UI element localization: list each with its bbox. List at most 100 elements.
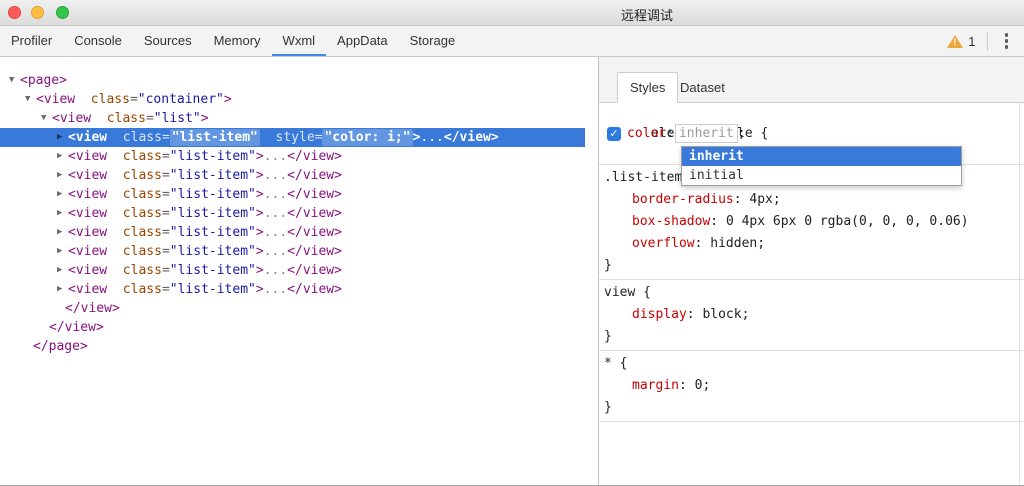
traffic-light-minimize-button[interactable] (31, 6, 44, 19)
close-brace: } (604, 258, 612, 273)
tab-wxml[interactable]: Wxml (272, 26, 327, 56)
code-token-ellipsis: ... (264, 206, 287, 221)
code-token-ellipsis: ... (264, 149, 287, 164)
css-value[interactable]: hidden; (710, 236, 765, 251)
disclosure-collapsed-icon[interactable]: ▶ (57, 185, 62, 204)
css-value[interactable]: 4px; (749, 192, 780, 207)
disclosure-collapsed-icon[interactable]: ▶ (57, 242, 62, 261)
code-token-val: "list-item" (170, 225, 256, 240)
code-token-val: "list-item" (170, 263, 256, 278)
code-token-ellipsis: ... (264, 168, 287, 183)
disclosure-collapsed-icon[interactable]: ▶ (57, 128, 62, 147)
code-token-tag: </view> (287, 282, 342, 297)
disclosure-expanded-icon[interactable]: ▼ (9, 71, 14, 90)
tree-row[interactable]: ▼<page> (0, 71, 598, 90)
disclosure-collapsed-icon[interactable]: ▶ (57, 166, 62, 185)
disclosure-collapsed-icon[interactable]: ▶ (57, 280, 62, 299)
autocomplete-item[interactable]: inherit (682, 147, 961, 166)
code-token-attr: class (123, 149, 162, 164)
rule-close-line: } (604, 397, 1024, 419)
disclosure-expanded-icon[interactable]: ▼ (25, 90, 30, 109)
rule-selector-line: view { (604, 282, 1024, 304)
tree-row[interactable]: ▶<view class="list-item">...</view> (0, 166, 598, 185)
styles-pane: Styles Dataset element.style { ✓ color:i… (598, 57, 1024, 486)
tree-row[interactable]: </page> (0, 337, 598, 356)
tab-console[interactable]: Console (63, 26, 133, 56)
colon: : (687, 307, 703, 322)
tab-storage[interactable]: Storage (399, 26, 467, 56)
disclosure-collapsed-icon[interactable]: ▶ (57, 223, 62, 242)
tree-row[interactable]: ▶<view class="list-item">...</view> (0, 185, 598, 204)
code-token-attr: class (123, 206, 162, 221)
css-property[interactable]: overflow (632, 236, 695, 251)
code-token-val: "list-item" (170, 282, 256, 297)
devtools-toolbar: ProfilerConsoleSourcesMemoryWxmlAppDataS… (0, 26, 1024, 57)
code-token-val: "list" (154, 111, 201, 126)
code-token-tag: > (256, 149, 264, 164)
tree-row[interactable]: ▶<view class="list-item">...</view> (0, 261, 598, 280)
toolbar-right-controls: ! 1 (947, 26, 1014, 56)
code-token-tag: <view (68, 168, 107, 183)
css-value-editor[interactable]: inherit (675, 124, 738, 143)
tree-row[interactable]: ▶<view class="list-item">...</view> (0, 242, 598, 261)
code-token-tag: > (256, 168, 264, 183)
kebab-menu-icon[interactable] (999, 30, 1015, 52)
tab-dataset[interactable]: Dataset (668, 72, 737, 103)
style-rule-section: * {margin: 0;} (599, 351, 1024, 422)
disclosure-collapsed-icon[interactable]: ▶ (57, 261, 62, 280)
disclosure-collapsed-icon[interactable]: ▶ (57, 147, 62, 166)
code-token-attr: class (91, 92, 130, 107)
tree-row[interactable]: </view> (0, 318, 598, 337)
tab-appdata[interactable]: AppData (326, 26, 399, 56)
autocomplete-item[interactable]: initial (682, 166, 961, 185)
code-token-plain (75, 92, 91, 107)
code-token-attr: class (123, 282, 162, 297)
code-token-attr: class (123, 263, 162, 278)
tree-row[interactable]: </view> (0, 299, 598, 318)
traffic-light-zoom-button[interactable] (56, 6, 69, 19)
code-token-tag: <view (68, 187, 107, 202)
code-token-ellipsis: ... (420, 130, 443, 145)
css-property[interactable]: border-radius (632, 192, 734, 207)
css-value[interactable]: block; (702, 307, 749, 322)
tree-row[interactable]: ▶<view class="list-item" style="color: i… (0, 128, 585, 147)
code-token-attr: class (123, 168, 162, 183)
disclosure-collapsed-icon[interactable]: ▶ (57, 204, 62, 223)
tab-sources[interactable]: Sources (133, 26, 203, 56)
code-token-tag: <view (68, 149, 107, 164)
titlebar: 远程调试 (0, 0, 1024, 26)
tree-row[interactable]: ▼<view class="container"> (0, 90, 598, 109)
code-token-plain (107, 282, 123, 297)
rule-selector: * (604, 356, 612, 371)
css-value[interactable]: 0 4px 6px 0 rgba(0, 0, 0, 0.06) (726, 214, 969, 229)
tree-row[interactable]: ▼<view class="list"> (0, 109, 598, 128)
disclosure-expanded-icon[interactable]: ▼ (41, 109, 46, 128)
code-token-plain (107, 263, 123, 278)
close-brace: } (604, 329, 612, 344)
tree-row[interactable]: ▶<view class="list-item">...</view> (0, 204, 598, 223)
tab-memory[interactable]: Memory (203, 26, 272, 56)
css-property[interactable]: margin (632, 378, 679, 393)
css-property[interactable]: color (627, 124, 666, 143)
styles-pane-right-border (1019, 57, 1020, 486)
toolbar-tabs: ProfilerConsoleSourcesMemoryWxmlAppDataS… (0, 26, 1024, 56)
tree-row[interactable]: ▶<view class="list-item">...</view> (0, 280, 598, 299)
tree-row[interactable]: ▶<view class="list-item">...</view> (0, 223, 598, 242)
code-token-eq: = (162, 263, 170, 278)
css-property[interactable]: box-shadow (632, 214, 710, 229)
code-token-eq: = (162, 149, 170, 164)
traffic-light-close-button[interactable] (8, 6, 21, 19)
code-token-tag: <view (36, 92, 75, 107)
semicolon: ; (738, 124, 746, 143)
code-token-val: "list-item" (170, 206, 256, 221)
tab-profiler[interactable]: Profiler (0, 26, 63, 56)
rule-selector: view (604, 285, 635, 300)
tree-row[interactable]: ▶<view class="list-item">...</view> (0, 147, 598, 166)
code-token-plain (107, 187, 123, 202)
code-token-eq: = (162, 130, 170, 145)
code-token-tag: </view> (287, 206, 342, 221)
warning-badge[interactable]: ! 1 (947, 34, 975, 49)
css-value[interactable]: 0; (695, 378, 711, 393)
declaration-checkbox[interactable]: ✓ (607, 127, 621, 141)
css-property[interactable]: display (632, 307, 687, 322)
